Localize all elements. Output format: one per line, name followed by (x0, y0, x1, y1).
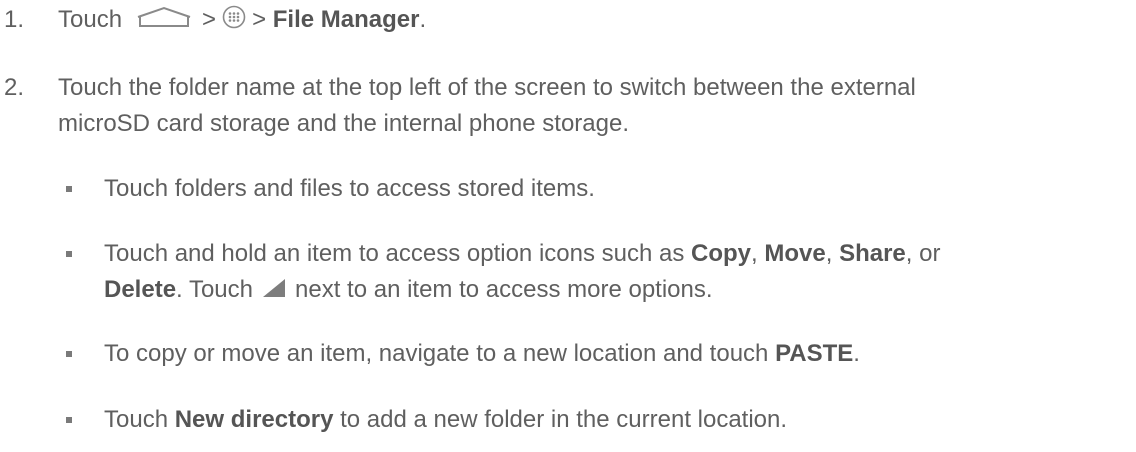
step-text-end: . (419, 6, 427, 33)
bullet-text: To copy or move an item, navigate to a n… (104, 336, 1124, 372)
bullet-text: Touch New directory to add a new folder … (104, 402, 1124, 438)
step-text: Touch the folder name at the top left of… (58, 70, 1128, 142)
bullet-text: Touch and hold an item to access option … (104, 236, 1124, 308)
text-run: to add a new folder in the current locat… (333, 406, 788, 433)
paste-label: PASTE (775, 340, 854, 367)
triangle-menu-icon (263, 278, 285, 297)
bullet-text: Touch folders and files to access stored… (104, 175, 595, 202)
step-number: 1. (4, 6, 25, 33)
step-number: 2. (4, 74, 25, 101)
text-run: To copy or move an item, navigate to a n… (104, 340, 776, 367)
bullet-text-line: Touch and hold an item to access option … (104, 236, 1124, 272)
share-label: Share (839, 240, 906, 267)
separator: > (252, 6, 267, 33)
file-manager-label: File Manager (272, 6, 420, 33)
text-run: , (825, 240, 840, 267)
step-text: Touch > > File Manager. (58, 2, 1128, 38)
bullet-text-line: Delete. Touch next to an item to access … (104, 272, 1124, 308)
text-run: next to an item to access more options. (295, 276, 713, 303)
move-label: Move (764, 240, 826, 267)
bullet-mark (66, 351, 72, 357)
delete-label: Delete (104, 276, 177, 303)
document-page: 1. Touch > > File Manager. 2. Touch the … (0, 0, 1136, 452)
bullet-mark (66, 417, 72, 423)
text-run: , (751, 240, 765, 267)
text-run: , or (905, 240, 941, 267)
separator: > (202, 6, 217, 33)
text-run: . Touch (176, 276, 253, 303)
step-text-line: Touch the folder name at the top left of… (58, 74, 916, 101)
copy-label: Copy (691, 240, 752, 267)
bullet-mark (66, 251, 72, 257)
text-run: Touch and hold an item to access option … (104, 240, 692, 267)
apps-icon (222, 5, 246, 28)
step-text-pre: Touch (58, 6, 123, 33)
text-run: . (853, 340, 860, 367)
step-text-line: microSD card storage and the internal ph… (58, 110, 629, 137)
home-icon (137, 6, 191, 27)
text-run: Touch (104, 406, 175, 433)
bullet-mark (66, 186, 72, 192)
new-directory-label: New directory (174, 406, 334, 433)
